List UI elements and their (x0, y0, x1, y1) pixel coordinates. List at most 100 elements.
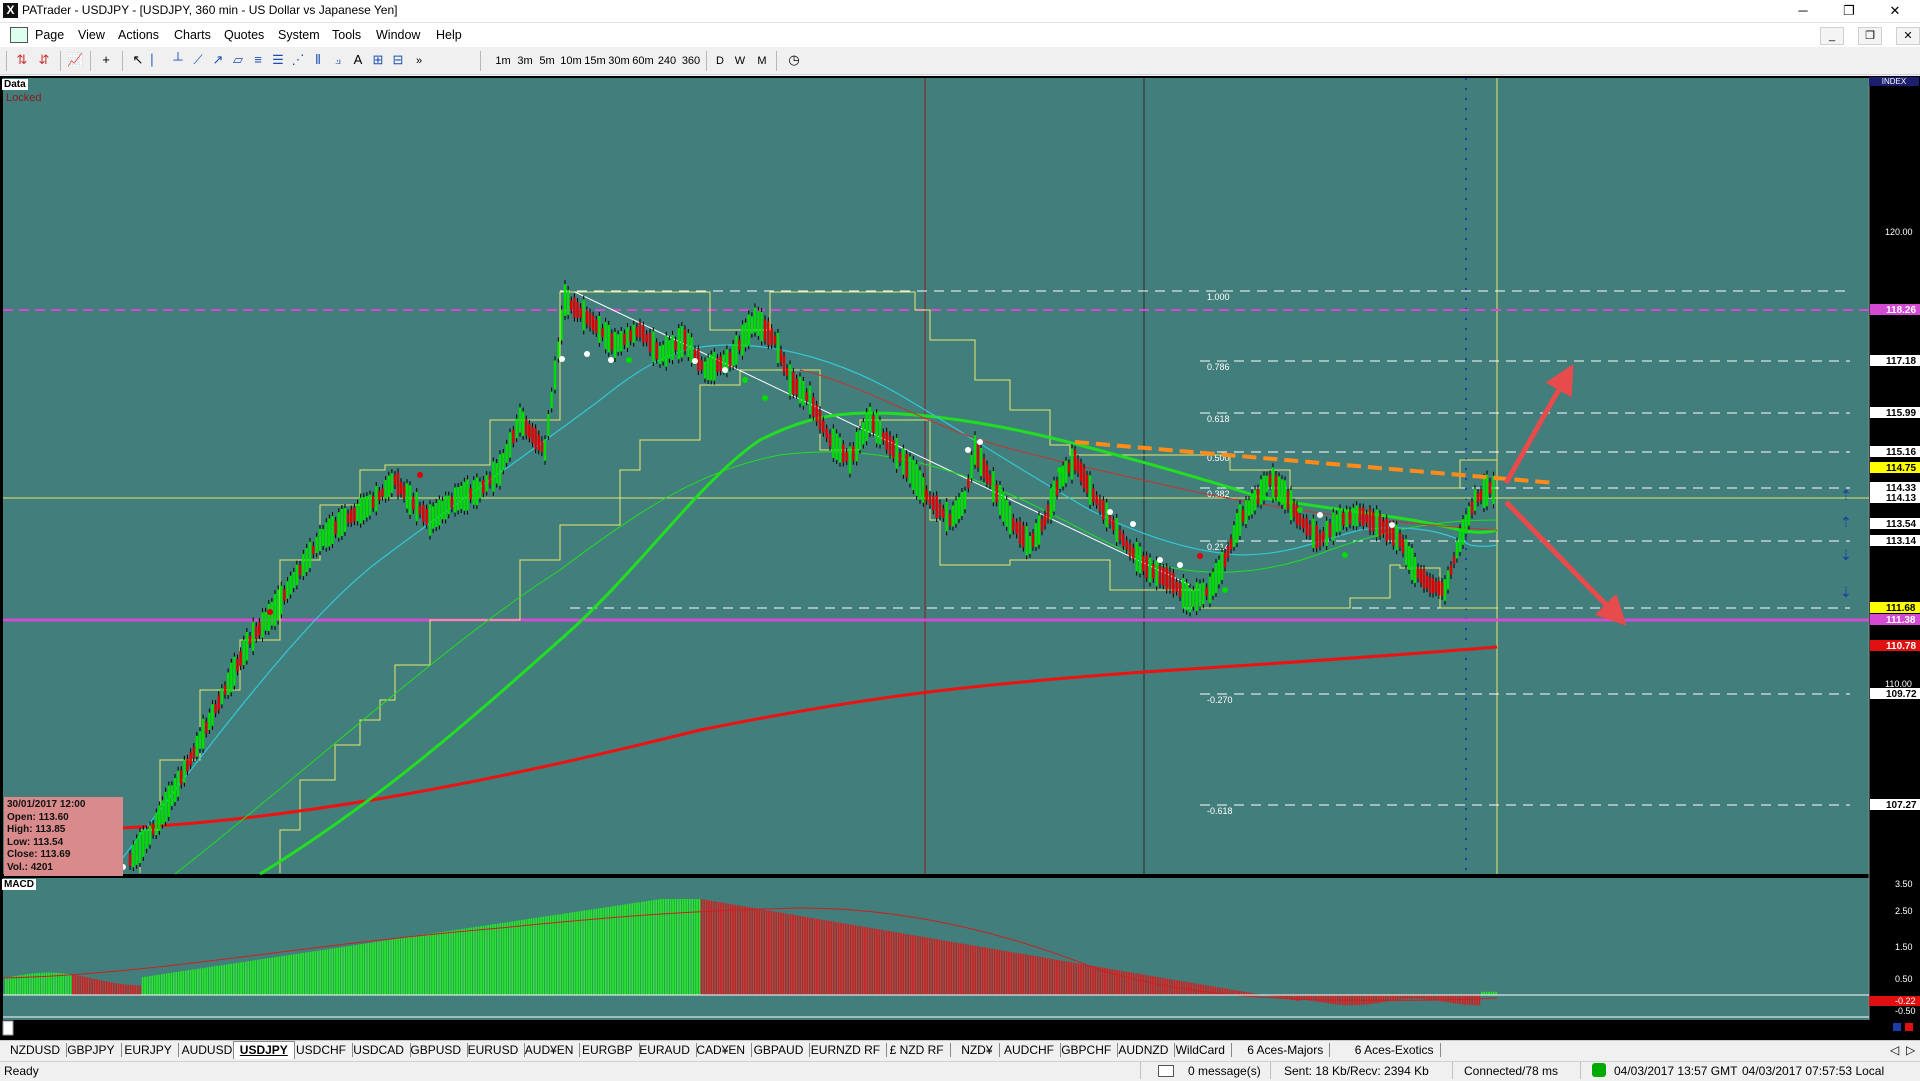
text-tool-icon[interactable]: A (350, 52, 366, 68)
symbol-tab-nzd-[interactable]: NZD¥ (955, 1043, 999, 1057)
tab-scroll-right-icon[interactable]: ▷ (1906, 1043, 1915, 1057)
candle-body (665, 336, 667, 367)
timeframe-360[interactable]: 360 (679, 52, 703, 70)
period-monthly[interactable]: M (754, 52, 770, 70)
ray-line-icon[interactable]: ↗ (210, 52, 226, 68)
menu-tools[interactable]: Tools (332, 28, 361, 42)
price-axis-tick: 120.00 (1885, 227, 1913, 237)
chart-icon[interactable]: 📈 (67, 52, 83, 68)
crosshair-icon[interactable]: + (98, 52, 114, 68)
cycle-lines-icon[interactable]: ⦀ (310, 52, 326, 68)
candle-body (155, 813, 157, 835)
symbol-tab-gbpjpy[interactable]: GBPJPY (61, 1043, 121, 1057)
menu-window[interactable]: Window (376, 28, 420, 42)
channel-icon[interactable]: ▱ (230, 52, 246, 68)
candle-body (1315, 525, 1317, 548)
chart-window-icon[interactable] (10, 27, 28, 43)
menu-actions[interactable]: Actions (118, 28, 159, 42)
timeframe-5m[interactable]: 5m (537, 52, 557, 70)
menu-system[interactable]: System (278, 28, 320, 42)
mdi-restore-button[interactable]: ❐ (1858, 27, 1882, 45)
timeframe-1m[interactable]: 1m (493, 52, 513, 70)
macd-bar (1234, 990, 1236, 995)
symbol-tab-cad-en[interactable]: CAD¥EN (690, 1043, 752, 1057)
timeframe-60m[interactable]: 60m (631, 52, 655, 70)
macd-bar (922, 937, 924, 995)
symbol-tab-eurusd[interactable]: EURUSD (462, 1043, 526, 1057)
envelope-icon[interactable] (1158, 1065, 1174, 1077)
chart-scrollbar[interactable] (3, 1021, 13, 1035)
symbol-tab-audnzd[interactable]: AUDNZD (1112, 1043, 1175, 1057)
symbol-tab-6-aces-exotics[interactable]: 6 Aces-Exotics (1349, 1043, 1441, 1057)
menu-quotes[interactable]: Quotes (224, 28, 264, 42)
menu-page[interactable]: Page (35, 28, 64, 42)
period-weekly[interactable]: W (732, 52, 748, 70)
candle-body (829, 433, 831, 446)
macd-bar (257, 960, 259, 995)
maximize-button[interactable]: ❐ (1826, 0, 1872, 22)
symbol-tab-audusd[interactable]: AUDUSD (176, 1043, 240, 1057)
symbol-tab-nzdusd[interactable]: NZDUSD (4, 1043, 67, 1057)
candle-body (1468, 506, 1470, 526)
clock-icon[interactable]: ◷ (786, 52, 802, 68)
symbol-tab-gbpchf[interactable]: GBPCHF (1055, 1043, 1118, 1057)
timeframe-30m[interactable]: 30m (607, 52, 631, 70)
macd-bar (495, 924, 497, 995)
fib-retracement-icon[interactable]: ≡ (250, 52, 266, 68)
candle-body (158, 805, 160, 830)
candle-body (795, 379, 797, 395)
symbol-tab-eurgbp[interactable]: EURGBP (576, 1043, 640, 1057)
symbol-tab-usdchf[interactable]: USDCHF (290, 1043, 353, 1057)
timeframe-240[interactable]: 240 (655, 52, 679, 70)
symbol-tab-audchf[interactable]: AUDCHF (998, 1043, 1061, 1057)
toolbar-overflow-icon[interactable]: » (412, 52, 426, 70)
macd-bar (687, 899, 689, 995)
candle-body (1012, 518, 1014, 531)
symbol-tab-eurjpy[interactable]: EURJPY (118, 1043, 178, 1057)
symbol-tab-gbpusd[interactable]: GBPUSD (404, 1043, 468, 1057)
symbol-tab-usdcad[interactable]: USDCAD (347, 1043, 411, 1057)
speed-lines-icon[interactable]: ⟓ (330, 52, 346, 68)
gann-fan-icon[interactable]: ⋰ (290, 52, 306, 68)
candle-body (258, 622, 260, 635)
candle-body (1129, 543, 1131, 556)
macd-bar (567, 913, 569, 995)
symbol-tab-6-aces-majors[interactable]: 6 Aces-Majors (1241, 1043, 1330, 1057)
macd-bar (276, 957, 278, 995)
mdi-minimize-button[interactable]: _ (1820, 27, 1844, 45)
mdi-close-button[interactable]: ✕ (1896, 27, 1920, 45)
macd-bar (39, 973, 41, 995)
symbol-tab-gbpaud[interactable]: GBPAUD (748, 1043, 811, 1057)
close-button[interactable]: ✕ (1872, 0, 1918, 22)
timeframe-10m[interactable]: 10m (559, 52, 583, 70)
price-label-icon[interactable]: ⊞ (370, 52, 386, 68)
symbol-tab-eurnzd-rf[interactable]: EURNZD RF (805, 1043, 887, 1057)
sell-icon[interactable]: ⇅ (14, 52, 30, 68)
pointer-icon[interactable]: ↖ (130, 52, 146, 68)
menu-help[interactable]: Help (436, 28, 462, 42)
more-tools-icon[interactable]: ⊟ (390, 52, 406, 68)
period-daily[interactable]: D (712, 52, 728, 70)
macd-bar (1421, 995, 1423, 999)
symbol-tab-wildcard[interactable]: WildCard (1170, 1043, 1232, 1057)
price-chart[interactable]: 1.000 0.786 0.618 0.500 0.382 0.214 -0.2… (0, 76, 1920, 1040)
macd-bar (485, 925, 487, 995)
symbol-tab-usdjpy[interactable]: USDJPY (233, 1041, 295, 1059)
buy-icon[interactable]: ⇵ (36, 52, 52, 68)
trend-line-icon[interactable]: ⟋ (190, 52, 206, 68)
menu-charts[interactable]: Charts (174, 28, 211, 42)
symbol-tab--nzd-rf[interactable]: £ NZD RF (884, 1043, 951, 1057)
symbol-tab-aud-en[interactable]: AUD¥EN (519, 1043, 581, 1057)
symbol-tab-euraud[interactable]: EURAUD (633, 1043, 697, 1057)
fib-extension-icon[interactable]: ☰ (270, 52, 286, 68)
minimize-button[interactable]: ─ (1780, 0, 1826, 22)
tab-scroll-left-icon[interactable]: ◁ (1890, 1043, 1899, 1057)
vertical-line-icon[interactable]: ⎸ (150, 52, 166, 68)
macd-bar (919, 936, 921, 995)
timeframe-15m[interactable]: 15m (583, 52, 607, 70)
menu-view[interactable]: View (78, 28, 105, 42)
timeframe-3m[interactable]: 3m (515, 52, 535, 70)
macd-bar (1407, 995, 1409, 999)
horizontal-line-icon[interactable]: ┴ (170, 52, 186, 68)
macd-bar (979, 947, 981, 995)
